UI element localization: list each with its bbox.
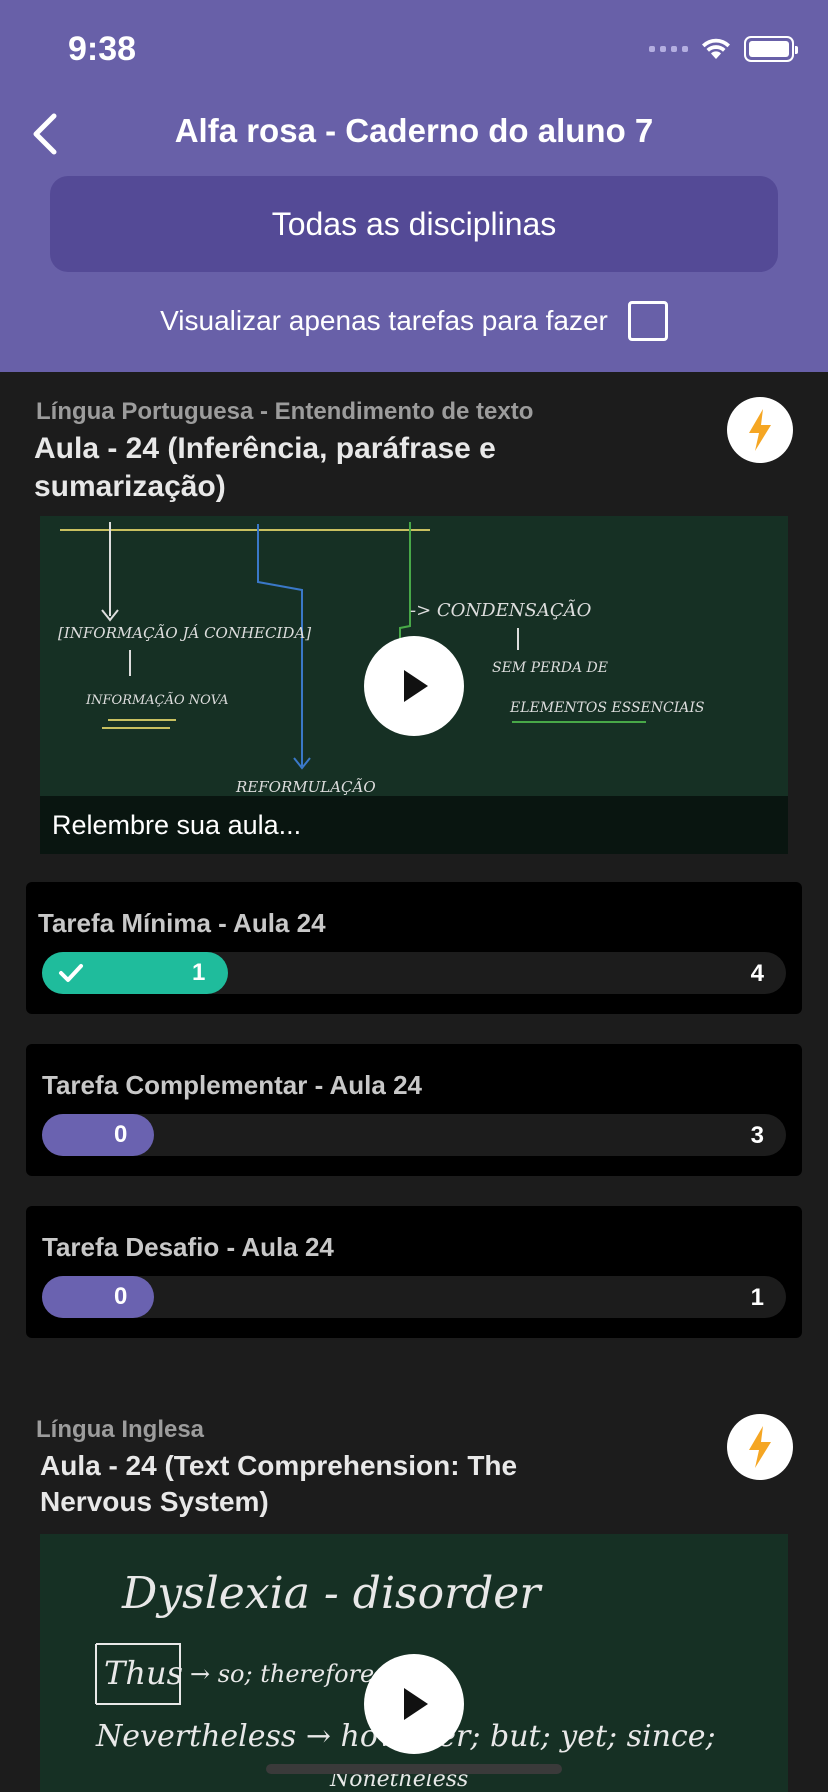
svg-text:ELEMENTOS ESSENCIAIS: ELEMENTOS ESSENCIAIS bbox=[509, 700, 705, 716]
quick-action-button[interactable] bbox=[727, 397, 793, 463]
lesson-title-line: Aula - 24 (Inferência, paráfrase e bbox=[34, 432, 496, 465]
play-button[interactable] bbox=[364, 1654, 464, 1754]
task-card-desafio[interactable]: Tarefa Desafio - Aula 24 0 1 bbox=[26, 1206, 802, 1338]
lesson-subject: Língua Portuguesa - Entendimento de text… bbox=[36, 398, 534, 425]
task-label: Tarefa Complementar - Aula 24 bbox=[42, 1070, 422, 1100]
filter-row: Visualizar apenas tarefas para fazer bbox=[0, 298, 828, 344]
back-button[interactable] bbox=[20, 106, 70, 162]
svg-text:Dyslexia - disorder: Dyslexia - disorder bbox=[121, 1568, 543, 1619]
quick-action-button[interactable] bbox=[727, 1414, 793, 1480]
task-done-count: 1 bbox=[192, 959, 206, 986]
lightning-bolt-icon bbox=[749, 1426, 771, 1468]
svg-text:Thus: Thus bbox=[104, 1654, 183, 1692]
chevron-left-icon bbox=[33, 113, 57, 155]
task-progress-fill: 0 bbox=[42, 1276, 154, 1318]
task-progress-fill: 1 bbox=[42, 952, 228, 994]
video-caption: Relembre sua aula... bbox=[40, 796, 788, 854]
lesson-title: Aula - 24 (Inferência, paráfrase e sumar… bbox=[34, 430, 496, 506]
lightning-bolt-icon bbox=[749, 409, 771, 451]
check-icon bbox=[59, 964, 83, 982]
task-label: Tarefa Desafio - Aula 24 bbox=[42, 1232, 334, 1262]
lesson-video-thumbnail[interactable]: Dyslexia - disorder Thus → so; therefore… bbox=[40, 1534, 788, 1792]
play-icon bbox=[404, 670, 428, 702]
status-icons bbox=[649, 36, 798, 62]
status-time: 9:38 bbox=[68, 30, 137, 68]
play-button[interactable] bbox=[364, 636, 464, 736]
task-total-count: 1 bbox=[750, 1284, 764, 1311]
task-card-complementar[interactable]: Tarefa Complementar - Aula 24 0 3 bbox=[26, 1044, 802, 1176]
svg-text:INFORMAÇÃO NOVA: INFORMAÇÃO NOVA bbox=[85, 692, 229, 708]
cellular-signal-icon bbox=[649, 46, 688, 52]
lesson-title-line: Nervous System) bbox=[40, 1486, 269, 1517]
task-progress-bar: 0 1 bbox=[42, 1276, 786, 1318]
task-progress-bar: 0 3 bbox=[42, 1114, 786, 1156]
battery-icon bbox=[744, 36, 798, 62]
lesson-video-thumbnail[interactable]: [INFORMAÇÃO JÁ CONHECIDA] INFORMAÇÃO NOV… bbox=[40, 516, 788, 854]
task-done-count: 0 bbox=[114, 1283, 128, 1310]
svg-text:[INFORMAÇÃO JÁ CONHECIDA]: [INFORMAÇÃO JÁ CONHECIDA] bbox=[58, 624, 311, 642]
svg-text:REFORMULAÇÃO: REFORMULAÇÃO bbox=[235, 778, 376, 796]
svg-text:-> CONDENSAÇÃO: -> CONDENSAÇÃO bbox=[410, 599, 592, 621]
task-progress-bar: 1 4 bbox=[42, 952, 786, 994]
task-done-count: 0 bbox=[114, 1121, 128, 1148]
svg-text:SEM PERDA DE: SEM PERDA DE bbox=[492, 660, 608, 676]
task-label: Tarefa Mínima - Aula 24 bbox=[38, 908, 326, 938]
play-icon bbox=[404, 1688, 428, 1720]
lesson-title-line: sumarização) bbox=[34, 470, 226, 503]
wifi-icon bbox=[702, 38, 730, 59]
task-total-count: 4 bbox=[750, 960, 764, 987]
home-indicator[interactable] bbox=[266, 1764, 562, 1774]
lesson-title: Aula - 24 (Text Comprehension: The Nervo… bbox=[40, 1448, 517, 1520]
lesson-title-line: Aula - 24 (Text Comprehension: The bbox=[40, 1450, 518, 1481]
filter-label: Visualizar apenas tarefas para fazer bbox=[160, 305, 608, 336]
page-title: Alfa rosa - Caderno do aluno 7 bbox=[174, 112, 654, 149]
task-progress-fill: 0 bbox=[42, 1114, 154, 1156]
todo-only-checkbox[interactable] bbox=[627, 301, 668, 341]
lesson-subject: Língua Inglesa bbox=[36, 1416, 205, 1443]
task-total-count: 3 bbox=[750, 1122, 764, 1149]
task-card-minima[interactable]: Tarefa Mínima - Aula 24 1 4 bbox=[26, 882, 802, 1014]
discipline-selector-button[interactable]: Todas as disciplinas bbox=[50, 176, 778, 272]
